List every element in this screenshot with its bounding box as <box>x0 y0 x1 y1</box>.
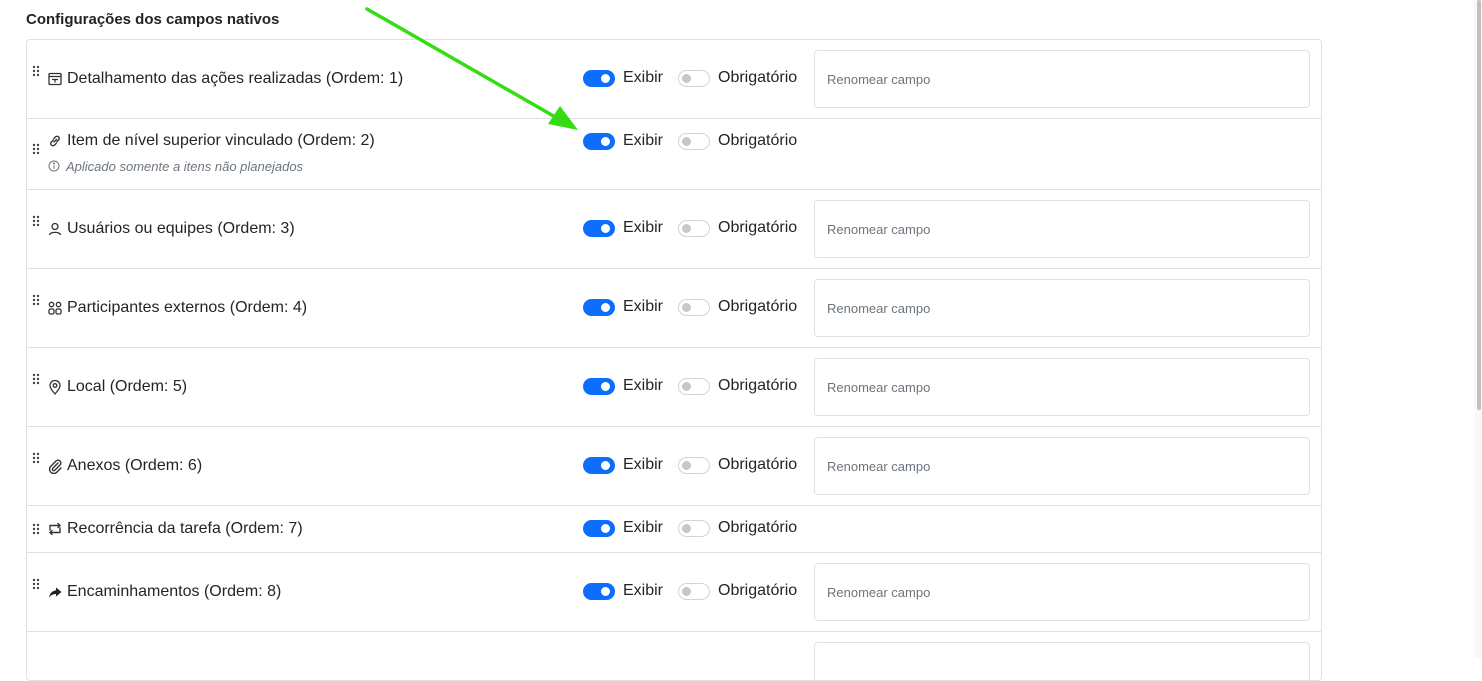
required-label: Obrigatório <box>718 69 798 86</box>
show-toggle[interactable] <box>583 299 615 316</box>
show-label: Exibir <box>623 298 664 315</box>
field-label: Detalhamento das ações realizadas (Ordem… <box>67 70 404 87</box>
drag-handle-icon[interactable] <box>32 373 40 385</box>
field-label: Participantes externos (Ordem: 4) <box>67 299 308 316</box>
show-toggle[interactable] <box>583 583 615 600</box>
field-row: Encaminhamentos (Ordem: 8) Exibir Obriga… <box>27 553 1321 632</box>
field-note: Aplicado somente a itens não planejados <box>48 159 303 175</box>
required-toggle[interactable] <box>678 457 710 474</box>
required-toggle[interactable] <box>678 299 710 316</box>
show-label: Exibir <box>623 582 664 599</box>
show-toggle[interactable] <box>583 220 615 237</box>
drag-handle-icon[interactable] <box>32 65 40 77</box>
required-label: Obrigatório <box>718 456 798 473</box>
users-group-icon <box>47 300 63 316</box>
scrollbar-thumb[interactable] <box>1477 0 1481 410</box>
field-label: Recorrência da tarefa (Ordem: 7) <box>67 520 303 537</box>
forward-arrow-icon <box>47 584 63 600</box>
link-icon <box>47 133 63 149</box>
paperclip-icon <box>47 458 63 474</box>
text-box-icon <box>47 71 63 87</box>
repeat-icon <box>47 521 63 537</box>
show-toggle[interactable] <box>583 457 615 474</box>
field-row: Local (Ordem: 5) Exibir Obrigatório <box>27 348 1321 427</box>
rename-field-input[interactable] <box>814 563 1310 621</box>
page-scrollbar[interactable] <box>1474 0 1482 658</box>
rename-field-input[interactable] <box>814 50 1310 108</box>
show-label: Exibir <box>623 519 664 536</box>
required-label: Obrigatório <box>718 219 798 236</box>
map-pin-icon <box>47 379 63 395</box>
rename-field-input[interactable] <box>814 437 1310 495</box>
field-row: Recorrência da tarefa (Ordem: 7) Exibir … <box>27 506 1321 553</box>
required-toggle[interactable] <box>678 583 710 600</box>
field-row: Participantes externos (Ordem: 4) Exibir… <box>27 269 1321 348</box>
required-label: Obrigatório <box>718 298 798 315</box>
show-label: Exibir <box>623 377 664 394</box>
field-label: Local (Ordem: 5) <box>67 378 188 395</box>
field-row: Usuários ou equipes (Ordem: 3) Exibir Ob… <box>27 190 1321 269</box>
required-toggle[interactable] <box>678 220 710 237</box>
show-label: Exibir <box>623 132 664 149</box>
field-label: Encaminhamentos (Ordem: 8) <box>67 583 282 600</box>
note-text: Aplicado somente a itens não planejados <box>66 159 304 174</box>
user-icon <box>47 221 63 237</box>
required-toggle[interactable] <box>678 520 710 537</box>
show-toggle[interactable] <box>583 520 615 537</box>
rename-field-input[interactable] <box>814 642 1310 680</box>
required-label: Obrigatório <box>718 519 798 536</box>
section-title: Configurações dos campos nativos <box>26 11 280 28</box>
show-toggle[interactable] <box>583 70 615 87</box>
drag-handle-icon[interactable] <box>32 215 40 227</box>
show-toggle[interactable] <box>583 133 615 150</box>
show-label: Exibir <box>623 456 664 473</box>
drag-handle-icon[interactable] <box>32 143 40 155</box>
show-toggle[interactable] <box>583 378 615 395</box>
field-row: Anexos (Ordem: 6) Exibir Obrigatório <box>27 427 1321 506</box>
required-label: Obrigatório <box>718 132 798 149</box>
rename-field-input[interactable] <box>814 279 1310 337</box>
required-toggle[interactable] <box>678 133 710 150</box>
field-label: Usuários ou equipes (Ordem: 3) <box>67 220 295 237</box>
field-row: Detalhamento das ações realizadas (Ordem… <box>27 40 1321 119</box>
field-label: Anexos (Ordem: 6) <box>67 457 203 474</box>
required-label: Obrigatório <box>718 377 798 394</box>
field-label: Item de nível superior vinculado (Ordem:… <box>67 132 375 149</box>
native-fields-card: Detalhamento das ações realizadas (Ordem… <box>26 39 1322 681</box>
field-row: Item de nível superior vinculado (Ordem:… <box>27 119 1321 190</box>
rename-field-input[interactable] <box>814 358 1310 416</box>
show-label: Exibir <box>623 69 664 86</box>
drag-handle-icon[interactable] <box>32 294 40 306</box>
drag-handle-icon[interactable] <box>32 523 40 535</box>
field-row <box>27 632 1321 680</box>
required-label: Obrigatório <box>718 582 798 599</box>
drag-handle-icon[interactable] <box>32 452 40 464</box>
show-label: Exibir <box>623 219 664 236</box>
required-toggle[interactable] <box>678 378 710 395</box>
rename-field-input[interactable] <box>814 200 1310 258</box>
required-toggle[interactable] <box>678 70 710 87</box>
drag-handle-icon[interactable] <box>32 578 40 590</box>
info-icon <box>48 160 60 175</box>
